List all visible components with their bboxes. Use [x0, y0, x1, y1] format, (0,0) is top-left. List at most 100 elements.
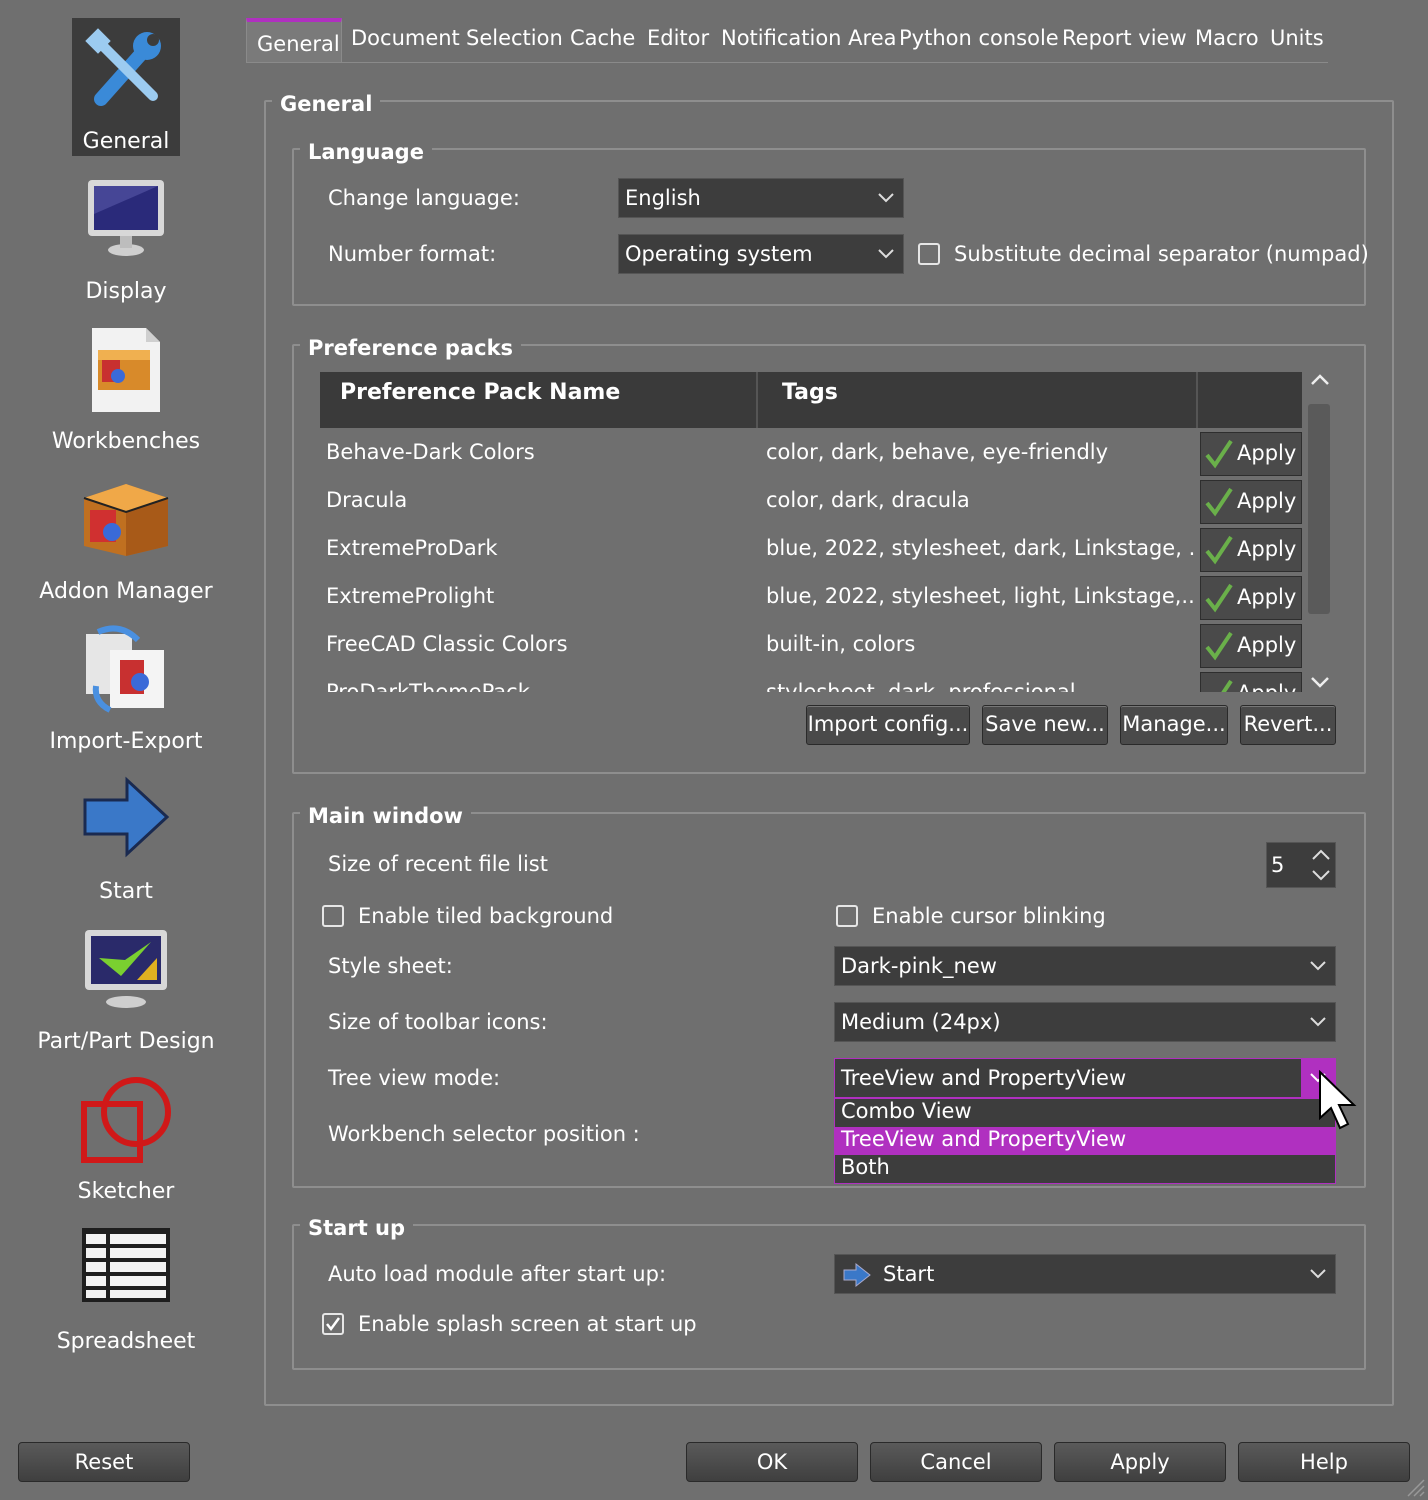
- apply-pack-label: Apply: [1237, 585, 1297, 609]
- tab-general[interactable]: General: [246, 18, 342, 62]
- table-row[interactable]: Behave-Dark Colors color, dark, behave, …: [320, 430, 1302, 478]
- tab-selection[interactable]: Selection: [466, 26, 563, 50]
- tab-notification-area[interactable]: Notification Area: [721, 26, 897, 50]
- tab-report-view[interactable]: Report view: [1062, 26, 1187, 50]
- table-row[interactable]: Dracula color, dark, dracula Apply: [320, 478, 1302, 526]
- tab-python-console[interactable]: Python console: [899, 26, 1059, 50]
- recent-files-value: 5: [1271, 853, 1285, 877]
- table-row[interactable]: ExtremeProDark blue, 2022, stylesheet, d…: [320, 526, 1302, 574]
- language-select-value: English: [625, 186, 701, 210]
- apply-pack-label: Apply: [1237, 633, 1297, 657]
- import-config-button[interactable]: Import config...: [806, 705, 970, 745]
- style-sheet-select[interactable]: Dark-pink_new: [834, 946, 1336, 986]
- sidebar-item-spreadsheet[interactable]: Spreadsheet: [20, 1216, 232, 1356]
- pack-name: Behave-Dark Colors: [326, 440, 535, 464]
- language-select[interactable]: English: [618, 178, 904, 218]
- style-sheet-value: Dark-pink_new: [841, 954, 997, 978]
- tiled-background-checkbox[interactable]: [322, 905, 344, 927]
- sidebar-item-general[interactable]: General: [72, 18, 180, 156]
- apply-pack-button[interactable]: Apply: [1200, 480, 1302, 524]
- toolbar-icons-select[interactable]: Medium (24px): [834, 1002, 1336, 1042]
- cancel-button[interactable]: Cancel: [870, 1442, 1042, 1482]
- tab-macro[interactable]: Macro: [1195, 26, 1259, 50]
- toolbar-icons-label: Size of toolbar icons:: [328, 1010, 548, 1034]
- pack-tags: color, dark, dracula: [766, 488, 970, 512]
- apply-pack-button[interactable]: Apply: [1200, 576, 1302, 620]
- sidebar-item-label: Spreadsheet: [56, 1329, 196, 1354]
- column-header-name[interactable]: Preference Pack Name: [320, 372, 758, 428]
- apply-button[interactable]: Apply: [1054, 1442, 1226, 1482]
- sidebar-item-sketcher[interactable]: Sketcher: [20, 1066, 232, 1206]
- sidebar-item-addon-manager[interactable]: Addon Manager: [20, 466, 232, 606]
- chevron-down-icon[interactable]: [1311, 869, 1331, 883]
- table-scrollbar[interactable]: [1306, 370, 1334, 692]
- chevron-down-icon: [869, 235, 903, 273]
- substitute-decimal-checkbox[interactable]: [918, 243, 940, 265]
- part-design-icon: [85, 930, 167, 1008]
- sidebar-item-workbenches[interactable]: Workbenches: [20, 316, 232, 456]
- table-row[interactable]: ProDarkThemePack stylesheet, dark, profe…: [320, 670, 1302, 692]
- tree-view-mode-label: Tree view mode:: [328, 1066, 501, 1090]
- sidebar-item-start[interactable]: Start: [20, 766, 232, 906]
- tiled-background-label: Enable tiled background: [358, 904, 614, 928]
- ok-button[interactable]: OK: [686, 1442, 858, 1482]
- reset-button[interactable]: Reset: [18, 1442, 190, 1482]
- apply-pack-button[interactable]: Apply: [1200, 528, 1302, 572]
- pack-tags: built-in, colors: [766, 632, 916, 656]
- sidebar-item-label: Sketcher: [77, 1179, 175, 1204]
- start-up-group: [292, 1224, 1366, 1370]
- pack-name: ExtremeProDark: [326, 536, 498, 560]
- number-format-select[interactable]: Operating system: [618, 234, 904, 274]
- chevron-up-icon[interactable]: [1311, 847, 1331, 861]
- splash-screen-label: Enable splash screen at start up: [358, 1312, 697, 1336]
- pack-tags: blue, 2022, stylesheet, light, Linkstage…: [766, 584, 1194, 608]
- dropdown-option-treeview-propertyview[interactable]: TreeView and PropertyView: [835, 1127, 1335, 1155]
- general-group-title: General: [272, 92, 381, 116]
- table-row[interactable]: ExtremeProlight blue, 2022, stylesheet, …: [320, 574, 1302, 622]
- sidebar-item-import-export[interactable]: Import-Export: [20, 616, 232, 756]
- monitor-icon: [88, 180, 164, 256]
- save-new-button[interactable]: Save new...: [982, 705, 1108, 745]
- tab-document[interactable]: Document: [351, 26, 460, 50]
- chevron-down-icon: [1301, 947, 1335, 985]
- chevron-down-icon: [869, 179, 903, 217]
- auto-load-select[interactable]: Start: [834, 1254, 1336, 1294]
- manage-button[interactable]: Manage...: [1120, 705, 1228, 745]
- table-row[interactable]: FreeCAD Classic Colors built-in, colors …: [320, 622, 1302, 670]
- cursor-blinking-label: Enable cursor blinking: [872, 904, 1106, 928]
- sidebar-item-label: Addon Manager: [39, 579, 213, 604]
- tab-cache[interactable]: Cache: [570, 26, 635, 50]
- recent-files-spinbox[interactable]: 5: [1266, 842, 1336, 888]
- scrollbar-thumb[interactable]: [1308, 404, 1330, 614]
- sidebar-item-display[interactable]: Display: [20, 166, 232, 306]
- help-button[interactable]: Help: [1238, 1442, 1410, 1482]
- checkmark-icon: [1205, 583, 1233, 613]
- pack-name: ProDarkThemePack: [326, 680, 530, 692]
- chevron-down-icon: [1301, 1255, 1335, 1293]
- tree-view-mode-select[interactable]: TreeView and PropertyView: [834, 1058, 1336, 1098]
- splash-screen-checkbox[interactable]: [322, 1313, 344, 1335]
- apply-pack-button[interactable]: Apply: [1200, 672, 1302, 692]
- sidebar-item-label: Workbenches: [51, 429, 201, 454]
- chevron-down-icon: [1301, 1003, 1335, 1041]
- tree-view-mode-value: TreeView and PropertyView: [841, 1066, 1127, 1090]
- checkmark-icon: [1205, 487, 1233, 517]
- tab-units[interactable]: Units: [1270, 26, 1324, 50]
- resize-grip-icon[interactable]: [1404, 1476, 1426, 1498]
- dropdown-option-both[interactable]: Both: [835, 1155, 1335, 1183]
- dropdown-option-combo-view[interactable]: Combo View: [835, 1099, 1335, 1127]
- sketcher-icon: [81, 1077, 171, 1163]
- checkmark-icon: [326, 1317, 341, 1332]
- pack-tags: stylesheet, dark, professional: [766, 680, 1076, 692]
- cursor-blinking-checkbox[interactable]: [836, 905, 858, 927]
- apply-pack-button[interactable]: Apply: [1200, 432, 1302, 476]
- apply-pack-button[interactable]: Apply: [1200, 624, 1302, 668]
- apply-pack-label: Apply: [1237, 489, 1297, 513]
- sidebar-item-part-design[interactable]: Part/Part Design: [20, 916, 232, 1056]
- column-header-tags[interactable]: Tags: [762, 372, 1198, 428]
- apply-pack-label: Apply: [1237, 441, 1297, 465]
- addon-box-icon: [83, 484, 169, 556]
- workbench-selector-label: Workbench selector position :: [328, 1122, 640, 1146]
- tab-editor[interactable]: Editor: [647, 26, 709, 50]
- revert-button[interactable]: Revert...: [1240, 705, 1336, 745]
